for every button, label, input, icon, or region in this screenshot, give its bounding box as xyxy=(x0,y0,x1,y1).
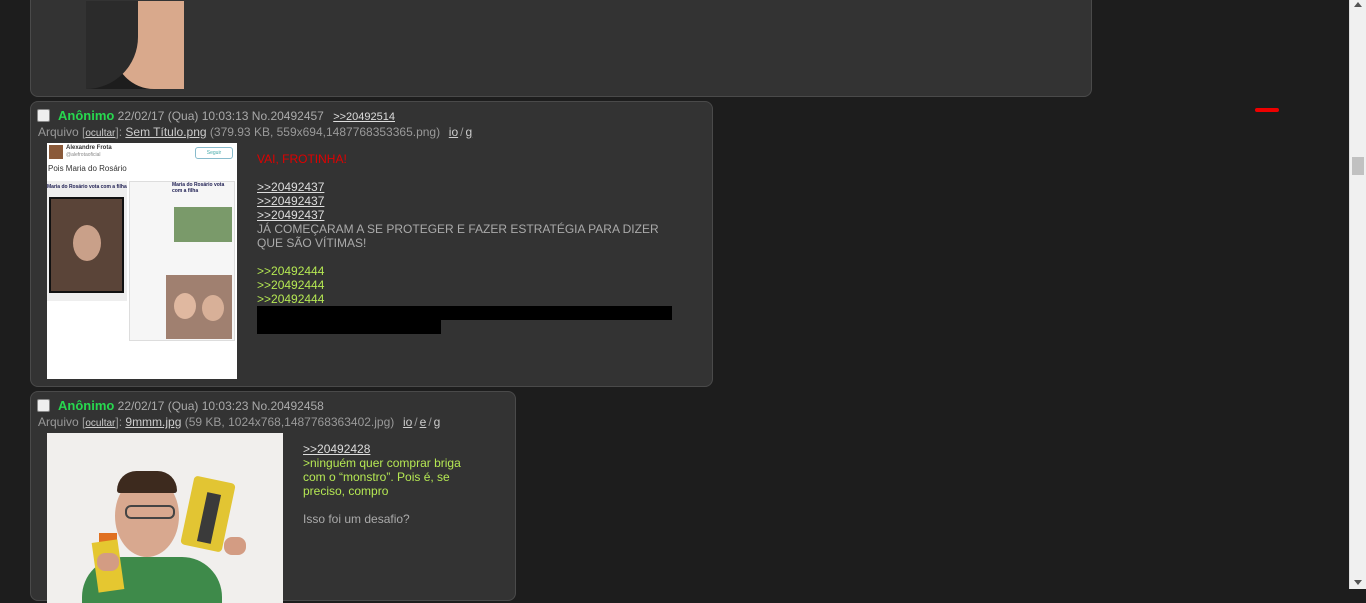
portrait-photo xyxy=(49,197,124,293)
file-info: Arquivo [ocultar]: Sem Título.png (379.9… xyxy=(38,125,473,139)
hide-file-link[interactable]: ocultar xyxy=(85,128,115,139)
post-previous xyxy=(30,0,1092,97)
quote-link[interactable]: >>20492437 xyxy=(257,180,677,194)
file-meta: (379.93 KB, 559x694,1487768353365.png) xyxy=(209,125,441,139)
post-header: Anônimo 22/02/17 (Qua) 10:03:13 No.20492… xyxy=(37,108,395,123)
post-number[interactable]: No.20492457 xyxy=(252,109,324,123)
post-reply: Anônimo 22/02/17 (Qua) 10:03:23 No.20492… xyxy=(30,391,516,603)
scroll-up-arrow-icon[interactable] xyxy=(1354,2,1362,7)
post-thumbnail[interactable] xyxy=(47,433,283,603)
greentext-line: >>20492444 xyxy=(257,292,325,306)
file-name-link[interactable]: 9mmm.jpg xyxy=(125,415,181,429)
quote-link[interactable]: >>20492437 xyxy=(257,194,677,208)
post-datetime: 22/02/17 (Qua) 10:03:23 xyxy=(117,399,249,413)
message-text: JÁ COMEÇARAM A SE PROTEGER E FAZER ESTRA… xyxy=(257,222,659,250)
tweet-text: Pois Maria do Rosário xyxy=(48,164,127,173)
greentext-line: >>20492444 xyxy=(257,278,325,292)
hide-file-link[interactable]: ocultar xyxy=(85,418,115,429)
file-name-link[interactable]: Sem Título.png xyxy=(125,125,206,139)
spoiler-block[interactable] xyxy=(257,306,672,320)
tweet-account-name: Alexandre Frota xyxy=(66,145,112,151)
spoiler-block[interactable] xyxy=(257,320,441,334)
post-datetime: 22/02/17 (Qua) 10:03:13 xyxy=(117,109,249,123)
post-message: >>20492428 >ninguém quer comprar briga c… xyxy=(303,442,478,526)
post-message: VAI, FROTINHA! >>20492437 >>20492437 >>2… xyxy=(257,152,677,334)
greentext-line: >>20492444 xyxy=(257,264,325,278)
file-label: Arquivo xyxy=(38,125,79,139)
tweet-follow-button: Seguir xyxy=(195,147,233,159)
selfie-photo xyxy=(166,275,232,339)
scroll-down-arrow-icon[interactable] xyxy=(1354,580,1362,585)
poster-name: Anônimo xyxy=(58,398,115,413)
post-image-partial[interactable] xyxy=(86,1,184,89)
nav-link-e[interactable]: e xyxy=(420,415,427,429)
tweet-quoted-title-2: Maria do Rosário vota com a filha xyxy=(172,182,225,194)
post-select-checkbox[interactable] xyxy=(37,109,50,122)
quote-link[interactable]: >>20492428 xyxy=(303,442,478,456)
file-label: Arquivo xyxy=(38,415,79,429)
file-meta: (59 KB, 1024x768,1487768363402.jpg) xyxy=(184,415,395,429)
embedded-photo xyxy=(174,207,232,242)
tweet-avatar xyxy=(49,145,63,159)
quote-link[interactable]: >>20492437 xyxy=(257,208,677,222)
post-select-checkbox[interactable] xyxy=(37,399,50,412)
nav-link-g[interactable]: g xyxy=(465,125,472,139)
backlink[interactable]: >>20492514 xyxy=(333,111,395,123)
greentext-line: >ninguém quer comprar briga com o “monst… xyxy=(303,456,461,498)
vertical-scrollbar[interactable] xyxy=(1349,0,1366,589)
poster-name: Anônimo xyxy=(58,108,115,123)
tweet-left-panel: Maria do Rosário vota com a filha xyxy=(47,181,127,301)
red-marker xyxy=(1255,108,1279,112)
scrollbar-thumb[interactable] xyxy=(1352,157,1364,175)
message-text: Isso foi um desafio? xyxy=(303,512,410,526)
nav-link-io[interactable]: io xyxy=(403,415,412,429)
tweet-quoted-title: Maria do Rosário vota com a filha xyxy=(47,184,127,190)
redtext: VAI, FROTINHA! xyxy=(257,152,347,166)
tweet-right-panel: Maria do Rosário vota com a filha xyxy=(129,181,235,341)
file-info: Arquivo [ocultar]: 9mmm.jpg (59 KB, 1024… xyxy=(38,415,441,429)
tweet-account-handle: @alefrotaoficial xyxy=(66,152,101,158)
post-thumbnail[interactable]: Alexandre Frota @alefrotaoficial Seguir … xyxy=(47,143,237,379)
post-number[interactable]: No.20492458 xyxy=(252,399,324,413)
nav-link-g[interactable]: g xyxy=(434,415,441,429)
nav-link-io[interactable]: io xyxy=(449,125,458,139)
post-reply: Anônimo 22/02/17 (Qua) 10:03:13 No.20492… xyxy=(30,101,713,387)
post-header: Anônimo 22/02/17 (Qua) 10:03:23 No.20492… xyxy=(37,398,324,413)
